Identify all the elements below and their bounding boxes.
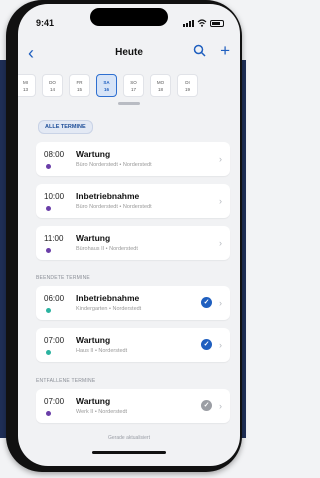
day-number: 13: [22, 87, 28, 92]
status-dot: [46, 248, 51, 253]
appointment-time: 07:00: [44, 397, 65, 406]
appointment-time: 07:00: [44, 336, 65, 345]
appointment-title: Wartung: [76, 335, 111, 345]
section-cancelled-label: ENTFALLENE TERMINE: [36, 378, 96, 384]
appointment-time: 10:00: [44, 192, 65, 201]
chevron-right-icon: ›: [219, 401, 222, 411]
appointment-location: Büro Norderstedt • Norderstedt: [76, 204, 152, 210]
appointment-title: Wartung: [76, 396, 111, 406]
status-bar: 9:41: [18, 18, 240, 30]
day-chip-19[interactable]: DI 19: [177, 74, 198, 97]
day-weekday: SA: [103, 80, 110, 85]
screen: 9:41 ‹ Heute + MI 13 DO 14 FR 15 SA 16 SO 17 MO 18 D…: [18, 4, 240, 466]
appointment-card[interactable]: 06:00 Inbetriebnahme Kindergarten • Norder…: [36, 286, 230, 320]
status-dot: [46, 206, 51, 211]
day-chip-13[interactable]: MI 13: [18, 74, 36, 97]
nav-bar: ‹ Heute +: [18, 42, 240, 66]
appointment-card[interactable]: 07:00 Wartung Werk II • Norderstedt › ✓: [36, 389, 230, 423]
home-indicator[interactable]: [92, 451, 166, 454]
appointment-location: Büro Norderstedt • Norderstedt: [76, 162, 152, 168]
day-weekday: DO: [49, 80, 56, 85]
battery-icon: [210, 19, 224, 27]
chevron-right-icon: ›: [219, 238, 222, 248]
appointment-location: Werk II • Norderstedt: [76, 409, 128, 415]
appointment-title: Inbetriebnahme: [76, 293, 140, 303]
day-weekday: MO: [156, 80, 165, 85]
day-number: 15: [76, 87, 82, 92]
appointment-location: Kindergarten • Norderstedt: [76, 306, 142, 312]
appointment-card[interactable]: 08:00 Wartung Büro Norderstedt • Norderste…: [36, 142, 230, 176]
appointment-card[interactable]: 11:00 Wartung Bürohaus II • Norderstedt ›: [36, 226, 230, 260]
day-weekday: SO: [130, 80, 137, 85]
wifi-icon: [197, 19, 207, 27]
appointment-card[interactable]: 07:00 Wartung Haus II • Norderstedt › ✓: [36, 328, 230, 362]
day-strip: MI 13 DO 14 FR 15 SA 16 SO 17 MO 18 DI 19: [18, 74, 198, 97]
day-chip-16[interactable]: SA 16: [96, 74, 117, 97]
status-dot: [46, 308, 51, 313]
day-number: 14: [49, 87, 55, 92]
filter-pill[interactable]: ALLE TERMINE: [38, 120, 93, 134]
signal-icon: [183, 19, 194, 27]
plus-icon[interactable]: +: [220, 42, 230, 60]
appointment-location: Bürohaus II • Norderstedt: [76, 246, 138, 252]
day-number: 16: [103, 87, 109, 92]
chevron-right-icon: ›: [219, 298, 222, 308]
page-title: Heute: [115, 47, 143, 58]
appointment-time: 11:00: [44, 234, 64, 243]
appointment-time: 08:00: [44, 150, 65, 159]
status-icons: [183, 19, 224, 27]
phone-frame: 9:41 ‹ Heute + MI 13 DO 14 FR 15 SA 16 SO 17 MO 18 D…: [6, 0, 242, 472]
day-chip-17[interactable]: SO 17: [123, 74, 144, 97]
search-icon[interactable]: [193, 44, 206, 62]
appointment-location: Haus II • Norderstedt: [76, 348, 128, 354]
checkmark-icon: ✓: [201, 400, 212, 411]
status-dot: [46, 411, 51, 416]
appointment-title: Wartung: [76, 149, 111, 159]
last-updated-text: Gerade aktualisiert: [108, 435, 150, 441]
status-dot: [46, 350, 51, 355]
chevron-right-icon: ›: [219, 154, 222, 164]
chevron-right-icon: ›: [219, 196, 222, 206]
day-chip-18[interactable]: MO 18: [150, 74, 171, 97]
status-time: 9:41: [36, 18, 55, 28]
section-finished-label: BEENDETE TERMINE: [36, 275, 90, 281]
checkmark-icon: ✓: [201, 297, 212, 308]
appointment-title: Inbetriebnahme: [76, 191, 140, 201]
checkmark-icon: ✓: [201, 339, 212, 350]
day-number: 18: [157, 87, 163, 92]
day-number: 17: [130, 87, 136, 92]
day-chip-14[interactable]: DO 14: [42, 74, 63, 97]
appointment-time: 06:00: [44, 294, 65, 303]
appointment-title: Wartung: [76, 233, 111, 243]
day-weekday: FR: [76, 80, 83, 85]
chevron-right-icon: ›: [219, 340, 222, 350]
day-weekday: DI: [185, 80, 190, 85]
day-weekday: MI: [23, 80, 28, 85]
status-dot: [46, 164, 51, 169]
day-chip-15[interactable]: FR 15: [69, 74, 90, 97]
drag-handle[interactable]: [118, 102, 140, 105]
appointment-card[interactable]: 10:00 Inbetriebnahme Büro Norderstedt • No…: [36, 184, 230, 218]
day-number: 19: [184, 87, 190, 92]
